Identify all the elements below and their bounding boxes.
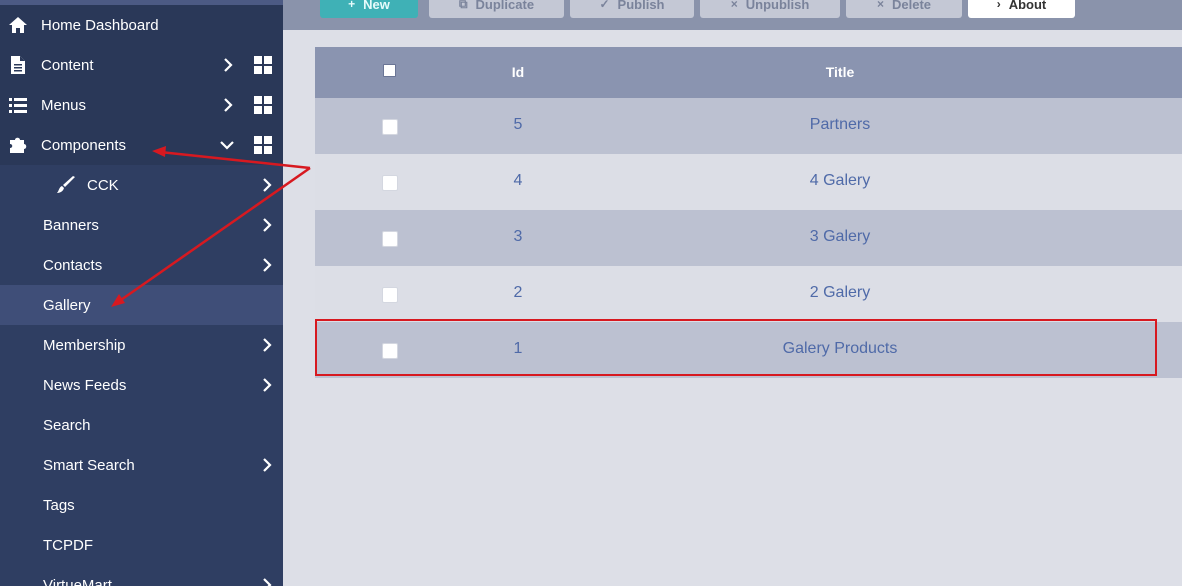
document-icon <box>8 55 28 75</box>
row-checkbox[interactable] <box>382 287 398 303</box>
copy-icon: ⧉ <box>458 0 468 11</box>
sidebar-item-label: Banners <box>43 216 99 234</box>
times-icon: × <box>730 0 738 11</box>
sidebar-subitem-virtuemart[interactable]: VirtueMart <box>0 565 283 586</box>
table-row[interactable]: 2 2 Galery <box>315 266 1182 322</box>
publish-button[interactable]: ✓ Publish <box>570 0 694 18</box>
sidebar-subitem-membership[interactable]: Membership <box>0 325 283 365</box>
chevron-right-icon[interactable] <box>260 218 274 232</box>
plus-icon: + <box>348 0 356 11</box>
sidebar-item-label: Content <box>41 56 94 74</box>
delete-button[interactable]: × Delete <box>846 0 962 18</box>
row-title-link[interactable]: 4 Galery <box>690 172 990 190</box>
row-checkbox[interactable] <box>382 119 398 135</box>
row-checkbox[interactable] <box>382 343 398 359</box>
main-content: + New ⧉ Duplicate ✓ Publish × Unpublish … <box>283 0 1182 586</box>
puzzle-icon <box>8 135 28 155</box>
sidebar-subitem-gallery[interactable]: Gallery <box>0 285 283 325</box>
sidebar-item-label: Smart Search <box>43 456 135 474</box>
sidebar-item-label: Home Dashboard <box>41 16 159 34</box>
sidebar-item-label: Tags <box>43 496 75 514</box>
info-icon: › <box>996 0 1001 11</box>
row-id: 5 <box>513 116 523 133</box>
chevron-right-icon[interactable] <box>260 178 274 192</box>
chevron-right-icon[interactable] <box>260 578 274 586</box>
sidebar-item-label: Gallery <box>43 296 91 314</box>
row-checkbox[interactable] <box>382 175 398 191</box>
table-row[interactable]: 5 Partners <box>315 98 1182 154</box>
row-title-link[interactable]: Partners <box>690 116 990 134</box>
table-row[interactable]: 1 Galery Products <box>315 322 1182 378</box>
sidebar-subitem-search[interactable]: Search <box>0 405 283 445</box>
sidebar-item-label: Contacts <box>43 256 103 274</box>
about-button-label: About <box>1008 0 1047 12</box>
brush-icon <box>56 175 76 195</box>
publish-button-label: Publish <box>617 0 665 12</box>
column-header-id[interactable]: Id <box>485 64 551 80</box>
chevron-right-icon[interactable] <box>260 378 274 392</box>
new-button[interactable]: + New <box>320 0 418 18</box>
sidebar-subitem-news-feeds[interactable]: News Feeds <box>0 365 283 405</box>
sidebar-subitem-tcpdf[interactable]: TCPDF <box>0 525 283 565</box>
grid-icon[interactable] <box>254 96 272 114</box>
chevron-right-icon[interactable] <box>221 98 235 112</box>
unpublish-button[interactable]: × Unpublish <box>700 0 840 18</box>
sidebar-item-menus[interactable]: Menus <box>0 85 283 125</box>
duplicate-button-label: Duplicate <box>475 0 535 12</box>
home-icon <box>8 15 28 35</box>
duplicate-button[interactable]: ⧉ Duplicate <box>429 0 564 18</box>
row-id: 2 <box>513 284 523 301</box>
sidebar-subitem-cck[interactable]: CCK <box>0 165 283 205</box>
row-title-link[interactable]: 3 Galery <box>690 228 990 246</box>
grid-icon[interactable] <box>254 136 272 154</box>
sidebar-item-label: VirtueMart <box>43 576 112 586</box>
table-row[interactable]: 3 3 Galery <box>315 210 1182 266</box>
sidebar-item-home-dashboard[interactable]: Home Dashboard <box>0 5 283 45</box>
toolbar: + New ⧉ Duplicate ✓ Publish × Unpublish … <box>283 0 1182 30</box>
sidebar-subitem-smart-search[interactable]: Smart Search <box>0 445 283 485</box>
sidebar-item-label: News Feeds <box>43 376 127 394</box>
times-icon: × <box>876 0 884 11</box>
list-icon <box>8 95 28 115</box>
table-header: Id Title <box>315 47 1182 98</box>
chevron-right-icon[interactable] <box>221 58 235 72</box>
chevron-right-icon[interactable] <box>260 338 274 352</box>
sidebar-subitem-banners[interactable]: Banners <box>0 205 283 245</box>
sidebar-item-label: CCK <box>87 176 119 194</box>
sidebar-subitem-contacts[interactable]: Contacts <box>0 245 283 285</box>
sidebar-item-label: Components <box>41 136 127 154</box>
delete-button-label: Delete <box>891 0 932 12</box>
table-row[interactable]: 4 4 Galery <box>315 154 1182 210</box>
chevron-down-icon[interactable] <box>220 138 234 152</box>
new-button-label: New <box>363 0 390 12</box>
about-button[interactable]: › About <box>968 0 1075 18</box>
unpublish-button-label: Unpublish <box>745 0 810 12</box>
chevron-right-icon[interactable] <box>260 258 274 272</box>
sidebar-item-label: Membership <box>43 336 126 354</box>
grid-icon[interactable] <box>254 56 272 74</box>
sidebar-item-components[interactable]: Components <box>0 125 283 165</box>
sidebar-item-label: TCPDF <box>43 536 93 554</box>
row-id: 1 <box>513 340 523 357</box>
row-id: 4 <box>513 172 523 189</box>
chevron-right-icon[interactable] <box>260 458 274 472</box>
sidebar-item-content[interactable]: Content <box>0 45 283 85</box>
row-title-link[interactable]: Galery Products <box>690 340 990 358</box>
select-all-checkbox[interactable] <box>383 64 396 77</box>
sidebar-item-label: Search <box>43 416 91 434</box>
column-header-title[interactable]: Title <box>690 64 990 80</box>
row-id: 3 <box>513 228 523 245</box>
check-icon: ✓ <box>599 0 610 11</box>
row-title-link[interactable]: 2 Galery <box>690 284 990 302</box>
row-checkbox[interactable] <box>382 231 398 247</box>
sidebar: Home Dashboard Content Menus Components <box>0 0 283 586</box>
sidebar-item-label: Menus <box>41 96 87 114</box>
sidebar-subitem-tags[interactable]: Tags <box>0 485 283 525</box>
